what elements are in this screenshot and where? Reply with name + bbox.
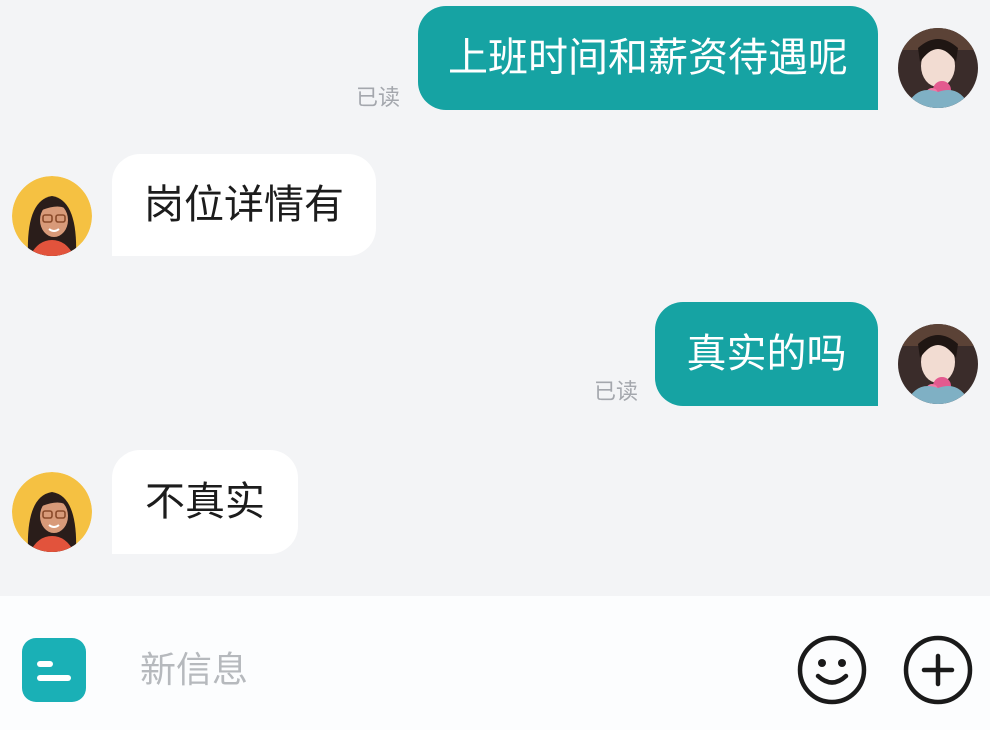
message-input[interactable] bbox=[140, 640, 760, 700]
outgoing-message-bubble[interactable]: 上班时间和薪资待遇呢 bbox=[418, 6, 878, 110]
incoming-message-bubble[interactable]: 岗位详情有 bbox=[112, 154, 376, 256]
chat-thread: 已读 上班时间和薪资待遇呢 岗位详情有 已读 真实的吗 不真实 bbox=[0, 0, 990, 596]
my-avatar[interactable] bbox=[898, 324, 978, 404]
menu-icon bbox=[37, 661, 53, 667]
outgoing-message-bubble[interactable]: 真实的吗 bbox=[655, 302, 878, 406]
read-receipt: 已读 bbox=[594, 380, 639, 405]
add-button[interactable] bbox=[902, 634, 974, 706]
my-avatar[interactable] bbox=[898, 28, 978, 108]
message-composer bbox=[0, 596, 990, 730]
read-receipt: 已读 bbox=[356, 86, 401, 111]
contact-avatar[interactable] bbox=[12, 176, 92, 256]
incoming-message-bubble[interactable]: 不真实 bbox=[112, 450, 298, 554]
contact-avatar[interactable] bbox=[12, 472, 92, 552]
plus-circle-icon bbox=[903, 635, 973, 705]
smiley-icon bbox=[797, 635, 867, 705]
emoji-button[interactable] bbox=[796, 634, 868, 706]
menu-button[interactable] bbox=[22, 638, 86, 702]
